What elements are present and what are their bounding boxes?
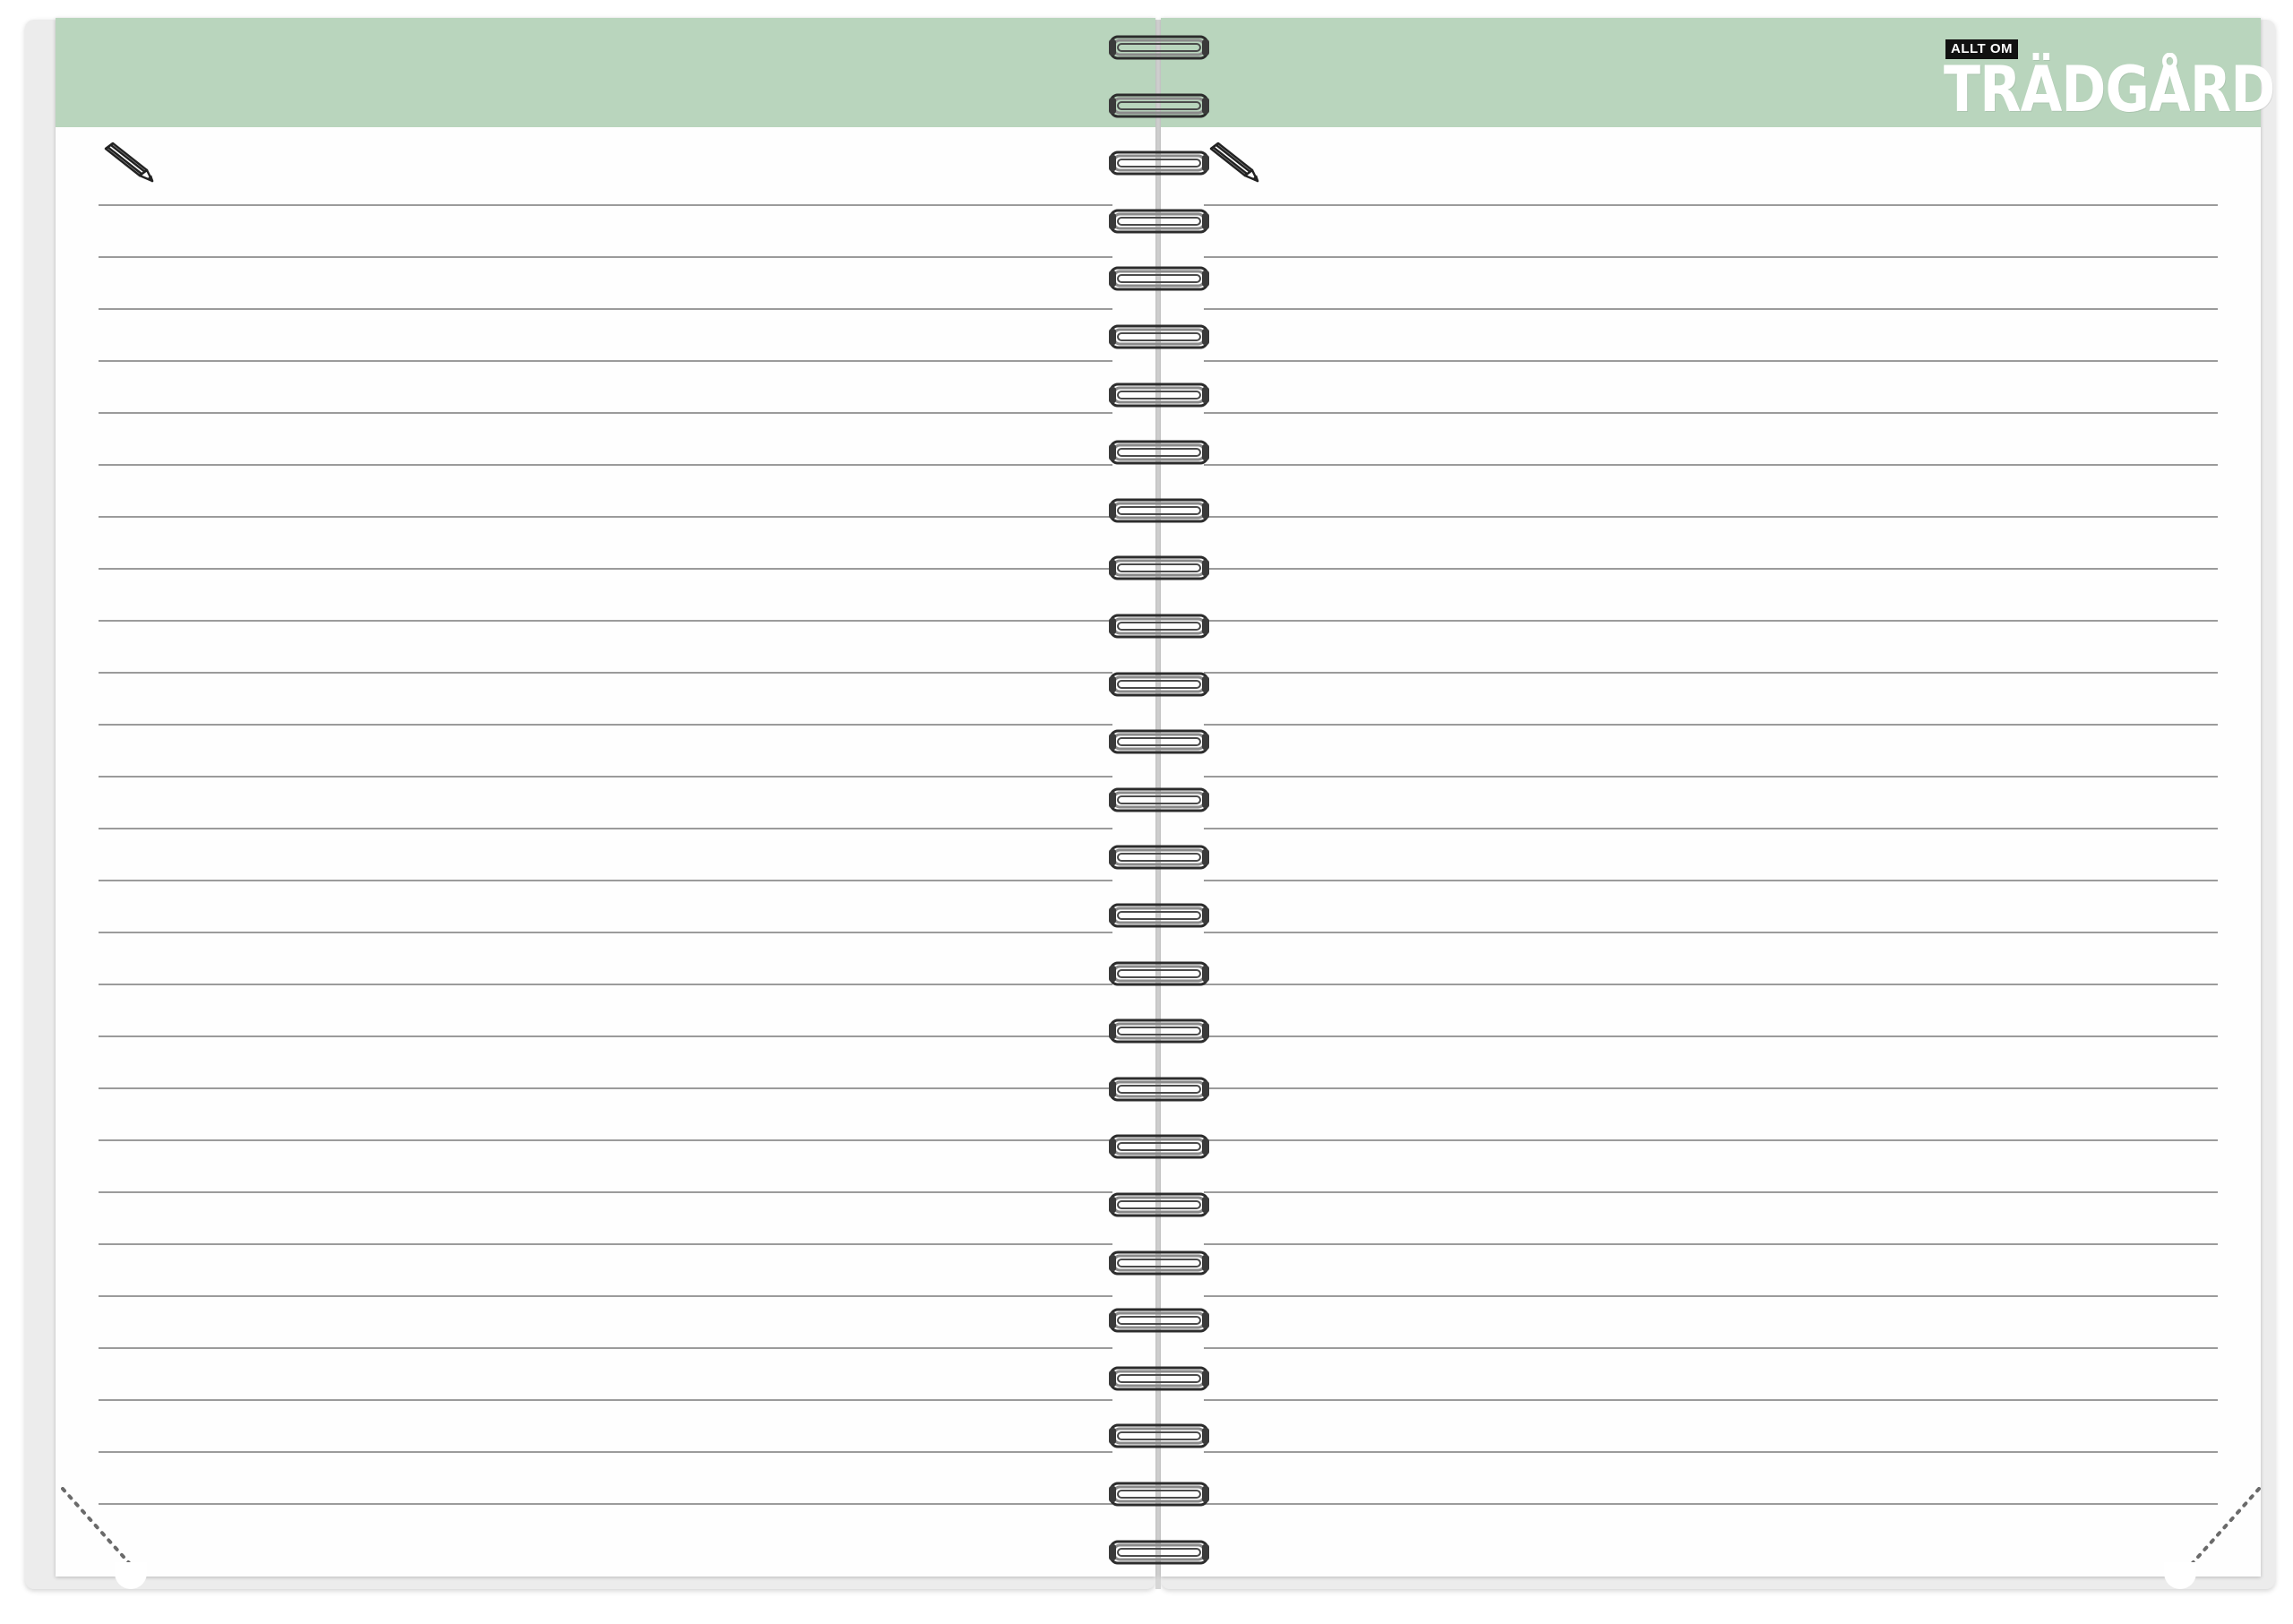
brand-logo: ALLT OM TRÄDGÅRD xyxy=(1944,39,2275,129)
ruled-line xyxy=(99,206,1112,258)
spiral-ring xyxy=(1109,1540,1209,1565)
ruled-line xyxy=(99,518,1112,570)
left-page-header-band xyxy=(56,18,1155,127)
ruled-line xyxy=(1204,518,2218,570)
ruled-line xyxy=(99,414,1112,466)
ruled-line xyxy=(99,674,1112,726)
spiral-ring xyxy=(1109,35,1209,60)
ruled-line xyxy=(1204,258,2218,310)
ruled-line xyxy=(1204,1037,2218,1089)
pencil-icon xyxy=(104,142,154,183)
spiral-ring xyxy=(1109,614,1209,639)
ruled-line xyxy=(1204,881,2218,933)
spiral-ring xyxy=(1109,266,1209,291)
ruled-line xyxy=(1204,1453,2218,1505)
ruled-line xyxy=(1204,933,2218,985)
left-page xyxy=(56,18,1155,1577)
ruled-line xyxy=(99,570,1112,622)
spiral-ring xyxy=(1109,787,1209,812)
ruled-line xyxy=(99,1089,1112,1141)
ruled-line xyxy=(99,622,1112,674)
spiral-ring xyxy=(1109,1366,1209,1391)
ruled-line xyxy=(99,258,1112,310)
spiral-ring xyxy=(1109,93,1209,118)
ruled-line xyxy=(99,362,1112,414)
ruled-line xyxy=(1204,1193,2218,1245)
spiral-ring xyxy=(1109,498,1209,523)
spiral-ring xyxy=(1109,1192,1209,1217)
ruled-line xyxy=(99,1297,1112,1349)
ruled-line xyxy=(99,985,1112,1037)
ruled-line xyxy=(1204,778,2218,829)
spiral-ring xyxy=(1109,961,1209,986)
ruled-line xyxy=(99,933,1112,985)
spiral-ring xyxy=(1109,903,1209,928)
spiral-ring xyxy=(1109,440,1209,465)
ruled-line xyxy=(99,778,1112,829)
spiral-binding xyxy=(1107,32,1211,1573)
ruled-line xyxy=(99,1193,1112,1245)
spiral-ring xyxy=(1109,382,1209,408)
logo-big-text: TRÄDGÅRD xyxy=(1944,53,2275,126)
ruled-line xyxy=(1204,829,2218,881)
spiral-ring xyxy=(1109,1018,1209,1044)
ruled-line xyxy=(99,829,1112,881)
spiral-ring xyxy=(1109,1308,1209,1333)
right-page-rules xyxy=(1204,188,2218,1505)
ruled-line xyxy=(1204,726,2218,778)
ruled-line xyxy=(1204,1401,2218,1453)
ruled-line xyxy=(1204,622,2218,674)
ruled-line xyxy=(1204,570,2218,622)
right-page: ALLT OM TRÄDGÅRD xyxy=(1161,18,2275,1577)
spiral-ring xyxy=(1109,1423,1209,1448)
ruled-line xyxy=(99,881,1112,933)
ruled-line xyxy=(99,1141,1112,1193)
spiral-ring xyxy=(1109,150,1209,176)
left-page-rules xyxy=(99,188,1112,1505)
ruled-line xyxy=(1204,1297,2218,1349)
spiral-ring xyxy=(1109,1482,1209,1507)
ruled-line xyxy=(1204,1089,2218,1141)
ruled-line xyxy=(99,726,1112,778)
ruled-line xyxy=(1204,1349,2218,1401)
ruled-line xyxy=(99,188,1112,206)
ruled-line xyxy=(99,1401,1112,1453)
ruled-line xyxy=(1204,206,2218,258)
ruled-line xyxy=(1204,985,2218,1037)
spiral-ring xyxy=(1109,845,1209,870)
right-page-header-band: ALLT OM TRÄDGÅRD xyxy=(1161,18,2275,129)
spiral-ring xyxy=(1109,729,1209,754)
ruled-line xyxy=(99,1245,1112,1297)
spiral-ring xyxy=(1109,672,1209,697)
ruled-line xyxy=(1204,310,2218,362)
ruled-line xyxy=(1204,414,2218,466)
ruled-line xyxy=(99,1453,1112,1505)
ruled-line xyxy=(99,466,1112,518)
spiral-ring xyxy=(1109,1077,1209,1102)
ruled-line xyxy=(99,1349,1112,1401)
ruled-line xyxy=(1204,1245,2218,1297)
ruled-line xyxy=(1204,674,2218,726)
spiral-ring xyxy=(1109,1250,1209,1276)
spiral-ring xyxy=(1109,324,1209,349)
ruled-line xyxy=(99,1037,1112,1089)
ruled-line xyxy=(99,310,1112,362)
spiral-ring xyxy=(1109,1134,1209,1159)
ruled-line xyxy=(1204,362,2218,414)
ruled-line xyxy=(1204,1141,2218,1193)
ruled-line xyxy=(1204,188,2218,206)
spiral-ring xyxy=(1109,209,1209,234)
ruled-line xyxy=(1204,466,2218,518)
spiral-ring xyxy=(1109,555,1209,580)
pencil-icon xyxy=(1209,142,1259,183)
